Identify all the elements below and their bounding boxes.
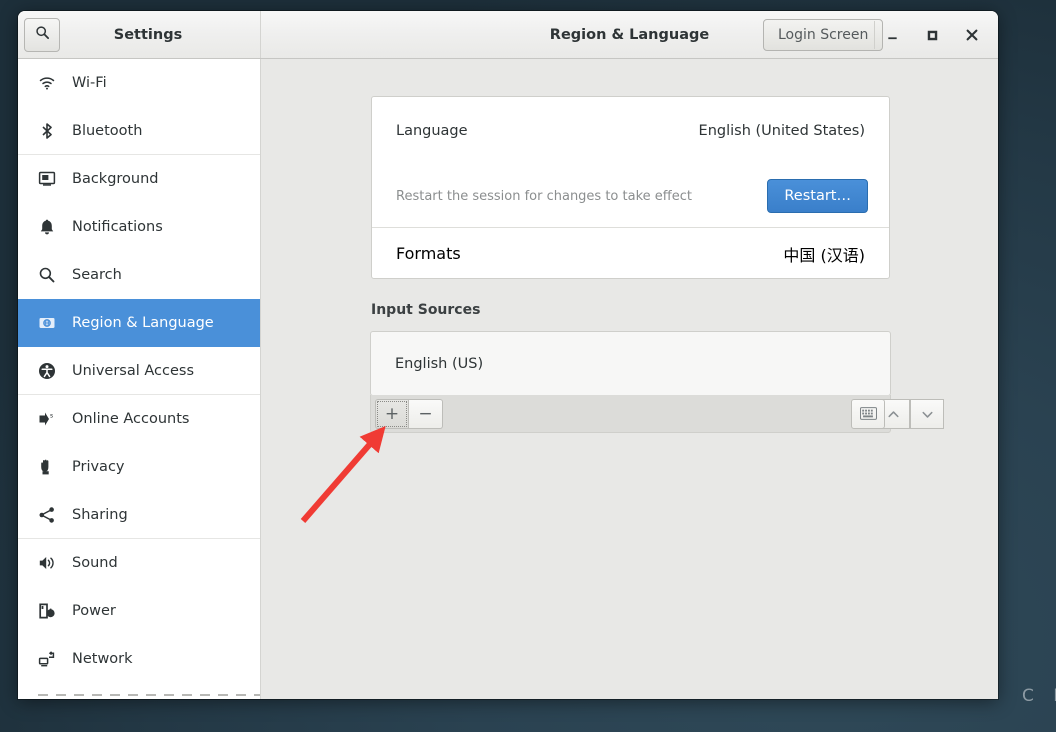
- headerbar-left-pane: Settings: [18, 11, 261, 58]
- sidebar-item-background[interactable]: Background: [18, 155, 260, 203]
- headerbar-right-pane: Region & Language Login Screen: [261, 11, 998, 58]
- remove-input-source-button[interactable]: −: [409, 399, 443, 429]
- search-button[interactable]: [24, 18, 60, 52]
- sidebar-item-label: Notifications: [72, 219, 163, 235]
- input-sources-section-label: Input Sources: [371, 302, 480, 318]
- input-sources-toolbar: + −: [370, 395, 891, 433]
- sidebar-item-online-accounts[interactable]: s Online Accounts: [18, 395, 260, 443]
- svg-text:s: s: [50, 413, 53, 420]
- window-body: Wi-Fi Bluetooth Backgr: [18, 59, 998, 699]
- sidebar-item-label: Region & Language: [72, 315, 214, 331]
- sidebar-scroll-indicator: [38, 694, 260, 696]
- restart-hint: Restart the session for changes to take …: [396, 189, 692, 204]
- sidebar-item-network[interactable]: Network: [18, 635, 260, 683]
- sidebar-item-sound[interactable]: Sound: [18, 539, 260, 587]
- bell-icon: [38, 218, 56, 236]
- formats-row[interactable]: Formats 中国 (汉语): [372, 228, 889, 279]
- online-accounts-icon: s: [38, 410, 56, 428]
- search-icon: [38, 266, 56, 284]
- sidebar-item-search[interactable]: Search: [18, 251, 260, 299]
- sidebar-item-sharing[interactable]: Sharing: [18, 491, 260, 539]
- sidebar-item-label: Online Accounts: [72, 411, 189, 427]
- window-controls: [880, 11, 992, 59]
- language-value: English (United States): [699, 123, 865, 139]
- universal-access-icon: [38, 362, 56, 380]
- keyboard-icon: [860, 405, 877, 424]
- sidebar-item-label: Privacy: [72, 459, 125, 475]
- app-title: Settings: [60, 27, 260, 43]
- bluetooth-icon: [38, 122, 56, 140]
- sidebar-item-region-language[interactable]: Region & Language: [18, 299, 260, 347]
- sidebar-item-universal-access[interactable]: Universal Access: [18, 347, 260, 395]
- restart-button[interactable]: Restart…: [767, 179, 868, 213]
- move-buttons-group: [876, 399, 944, 429]
- move-down-button[interactable]: [910, 399, 944, 429]
- sidebar-item-label: Universal Access: [72, 363, 194, 379]
- sidebar-item-label: Sound: [72, 555, 118, 571]
- speaker-icon: [38, 554, 56, 572]
- add-input-source-button[interactable]: +: [375, 399, 409, 429]
- sidebar-item-label: Network: [72, 651, 133, 667]
- sidebar-item-label: Sharing: [72, 507, 128, 523]
- formats-label: Formats: [396, 244, 461, 263]
- minimize-button[interactable]: [880, 23, 904, 47]
- add-remove-group: + −: [375, 399, 443, 429]
- formats-value: 中国 (汉语): [783, 242, 865, 266]
- keyboard-preview-button[interactable]: [851, 399, 885, 429]
- sidebar-item-wifi[interactable]: Wi-Fi: [18, 59, 260, 107]
- sidebar-item-label: Background: [72, 171, 159, 187]
- close-button[interactable]: [960, 23, 984, 47]
- sidebar-item-privacy[interactable]: Privacy: [18, 443, 260, 491]
- sidebar-item-label: Power: [72, 603, 116, 619]
- power-icon: [38, 602, 56, 620]
- background-icon: [38, 170, 56, 188]
- hand-icon: [38, 458, 56, 476]
- input-sources-list: English (US): [370, 331, 891, 396]
- search-icon: [35, 25, 50, 44]
- sidebar-item-bluetooth[interactable]: Bluetooth: [18, 107, 260, 155]
- region-language-icon: [38, 314, 56, 332]
- desktop-watermark-text: C E: [1022, 686, 1056, 706]
- sidebar[interactable]: Wi-Fi Bluetooth Backgr: [18, 59, 261, 699]
- sidebar-item-notifications[interactable]: Notifications: [18, 203, 260, 251]
- window-headerbar: Settings Region & Language Login Screen: [18, 11, 998, 59]
- wifi-icon: [38, 74, 56, 92]
- language-label: Language: [396, 123, 468, 139]
- settings-window: Settings Region & Language Login Screen: [18, 11, 998, 699]
- share-icon: [38, 506, 56, 524]
- login-screen-button[interactable]: Login Screen: [763, 19, 883, 51]
- restart-row: Restart the session for changes to take …: [372, 165, 889, 227]
- sidebar-item-label: Bluetooth: [72, 123, 142, 139]
- language-card: Language English (United States) Restart…: [371, 96, 890, 279]
- content-area: Language English (United States) Restart…: [261, 59, 998, 699]
- network-icon: [38, 650, 56, 668]
- sidebar-item-label: Wi-Fi: [72, 75, 107, 91]
- language-row[interactable]: Language English (United States): [372, 97, 889, 165]
- headerbar-divider: [874, 21, 875, 49]
- maximize-button[interactable]: [920, 23, 944, 47]
- input-source-item[interactable]: English (US): [371, 332, 890, 395]
- sidebar-item-power[interactable]: Power: [18, 587, 260, 635]
- sidebar-item-label: Search: [72, 267, 122, 283]
